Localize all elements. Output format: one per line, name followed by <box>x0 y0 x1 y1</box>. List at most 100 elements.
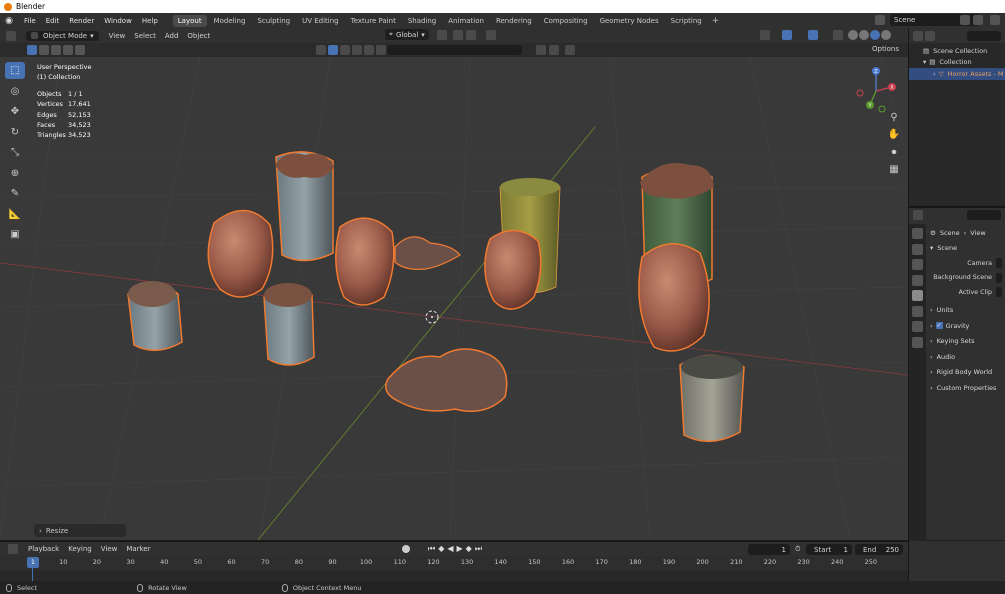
playhead-frame-indicator[interactable]: 1 <box>27 557 39 568</box>
current-frame-input[interactable]: 1 <box>748 544 790 555</box>
next-keyframe-icon[interactable]: ◆ <box>466 544 472 554</box>
scene-browse-icon[interactable] <box>875 15 885 25</box>
menu-timeline-view[interactable]: View <box>101 545 118 553</box>
play-reverse-icon[interactable]: ◀ <box>447 544 453 554</box>
editor-type-icon[interactable] <box>6 30 16 41</box>
panel-header-custom-properties[interactable]: › Custom Properties <box>930 380 1005 396</box>
filter-icon[interactable] <box>565 45 575 55</box>
filter-mesh-icon[interactable] <box>328 45 338 55</box>
menu-keying[interactable]: Keying <box>68 545 92 553</box>
outliner-row-object[interactable]: › ▽ Horror Assets - M <box>909 68 1005 80</box>
tab-compositing[interactable]: Compositing <box>539 15 593 27</box>
tab-animation[interactable]: Animation <box>443 15 489 27</box>
field-camera[interactable]: Camera <box>930 256 1005 271</box>
last-operator-panel[interactable]: › Resize <box>34 524 126 537</box>
visibility-icon[interactable] <box>760 30 770 40</box>
start-frame-input[interactable]: Start 1 <box>806 544 852 555</box>
tab-geometry-nodes[interactable]: Geometry Nodes <box>595 15 664 27</box>
clock-icon[interactable]: ⏱ <box>795 545 800 554</box>
texture-tab-icon[interactable] <box>912 336 923 348</box>
render-tab-icon[interactable] <box>912 243 923 255</box>
select-new-icon[interactable] <box>27 45 37 55</box>
background-scene-input[interactable] <box>996 272 1002 283</box>
menu-add[interactable]: Add <box>165 32 179 40</box>
outliner-editor-icon[interactable] <box>913 30 923 41</box>
tab-shading[interactable]: Shading <box>403 15 441 27</box>
menu-render[interactable]: Render <box>69 17 94 25</box>
add-workspace-button[interactable]: + <box>712 16 720 26</box>
panel-header-gravity[interactable]: › ✓ Gravity <box>930 318 1005 334</box>
add-cube-tool-icon[interactable]: ▣ <box>5 226 25 243</box>
proportional-edit-icon[interactable] <box>486 30 496 40</box>
mode-dropdown[interactable]: Object Mode ▾ <box>26 30 99 41</box>
blender-menu-icon[interactable]: ◉ <box>4 16 14 26</box>
tool-tab-icon[interactable] <box>912 228 923 239</box>
jump-end-icon[interactable]: ⏭ <box>475 544 482 554</box>
zoom-icon[interactable]: ⚲ <box>887 111 901 125</box>
tab-sculpting[interactable]: Sculpting <box>252 15 295 27</box>
overlay-toggle-icon[interactable] <box>808 30 818 40</box>
snap-target-icon[interactable] <box>466 30 476 40</box>
xray-toggle-icon[interactable] <box>833 30 843 40</box>
menu-view[interactable]: View <box>109 32 126 40</box>
field-background-scene[interactable]: Background Scene <box>930 271 1005 286</box>
filter-empty-icon[interactable] <box>364 45 374 55</box>
active-clip-input[interactable] <box>996 287 1002 298</box>
tab-scripting[interactable]: Scripting <box>666 15 707 27</box>
scene-tab-icon[interactable] <box>912 290 923 301</box>
panel-header-scene[interactable]: ▾ Scene <box>930 241 1005 257</box>
gravity-checkbox[interactable]: ✓ <box>935 322 943 330</box>
camera-field-input[interactable] <box>996 258 1002 269</box>
pivot-icon[interactable] <box>437 30 447 40</box>
output-tab-icon[interactable] <box>912 259 923 270</box>
options-button[interactable]: Options <box>868 44 903 54</box>
snap-icon[interactable] <box>453 30 463 40</box>
menu-edit[interactable]: Edit <box>46 17 60 25</box>
properties-editor-icon[interactable] <box>913 210 923 220</box>
tab-uv-editing[interactable]: UV Editing <box>297 15 344 27</box>
view-layer-icon[interactable] <box>990 15 1000 25</box>
world-tab-icon[interactable] <box>912 305 923 317</box>
outliner-search-input[interactable] <box>967 30 1001 41</box>
select-box-tool-icon[interactable]: ⬚ <box>5 62 25 79</box>
wireframe-shading-icon[interactable] <box>848 30 858 40</box>
auto-keying-icon[interactable] <box>402 545 410 553</box>
tab-texture-paint[interactable]: Texture Paint <box>346 15 401 27</box>
bookmark-icon[interactable] <box>536 45 546 55</box>
transform-tool-icon[interactable]: ⊕ <box>5 165 25 182</box>
scale-tool-icon[interactable]: ⤡ <box>5 144 25 161</box>
navigation-gizmo[interactable]: Z X Y <box>852 65 902 115</box>
menu-select[interactable]: Select <box>134 32 156 40</box>
menu-help[interactable]: Help <box>142 17 158 25</box>
panel-header-units[interactable]: › Units <box>930 303 1005 319</box>
new-scene-icon[interactable] <box>960 15 970 25</box>
menu-object[interactable]: Object <box>187 32 210 40</box>
cursor-tool-icon[interactable]: ◎ <box>5 83 25 100</box>
outliner-row-collection[interactable]: ▾ ▤ Collection <box>909 57 1005 69</box>
pan-hand-icon[interactable]: ✋ <box>887 128 901 142</box>
outliner-row-scene-collection[interactable]: ▤ Scene Collection <box>909 45 1005 57</box>
solid-shading-icon[interactable] <box>859 30 869 40</box>
view-layer-tab-icon[interactable] <box>912 274 923 286</box>
frame-ruler[interactable]: 1102030405060708090100110120130140150160… <box>0 556 908 570</box>
display-mode-icon[interactable] <box>925 30 935 41</box>
filter-object-icon[interactable] <box>316 45 326 55</box>
delete-scene-icon[interactable] <box>973 15 983 25</box>
timeline-area[interactable]: 1102030405060708090100110120130140150160… <box>0 556 908 581</box>
move-tool-icon[interactable]: ✥ <box>5 103 25 120</box>
properties-search-input[interactable] <box>967 210 1001 220</box>
tab-modeling[interactable]: Modeling <box>209 15 251 27</box>
end-frame-input[interactable]: End 250 <box>855 544 903 555</box>
filter-other-icon[interactable] <box>376 45 386 55</box>
viewport-search-input[interactable] <box>387 45 522 55</box>
panel-header-keying-sets[interactable]: › Keying Sets <box>930 334 1005 350</box>
annotate-tool-icon[interactable]: ✎ <box>5 185 25 202</box>
jump-start-icon[interactable]: ⏮ <box>428 544 435 554</box>
collection-tab-icon[interactable] <box>912 321 923 332</box>
select-intersect-icon[interactable] <box>75 45 85 55</box>
timeline-editor-icon[interactable] <box>8 544 18 554</box>
3d-viewport[interactable]: User Perspective (1) Collection Objects 1… <box>0 57 908 540</box>
tab-rendering[interactable]: Rendering <box>491 15 537 27</box>
menu-window[interactable]: Window <box>104 17 132 25</box>
filter-camera-icon[interactable] <box>352 45 362 55</box>
